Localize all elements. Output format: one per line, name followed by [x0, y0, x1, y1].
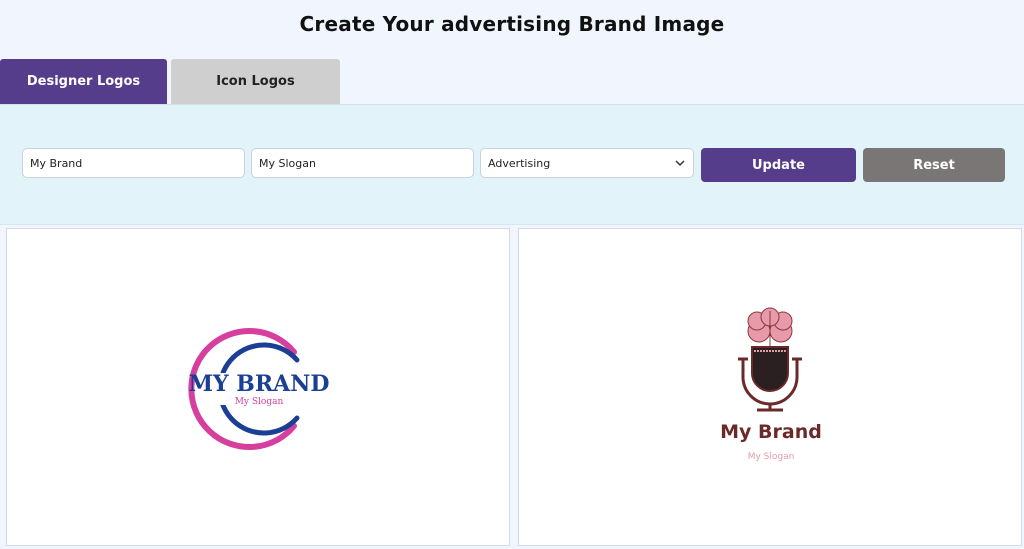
slogan-input[interactable]: [251, 148, 474, 178]
brand-name-input[interactable]: [22, 148, 245, 178]
category-select[interactable]: Advertising: [480, 148, 694, 178]
logo-card-icon[interactable]: My Brand My Slogan: [518, 228, 1022, 546]
tab-icon-logos[interactable]: Icon Logos: [171, 59, 340, 104]
page-title: Create Your advertising Brand Image: [299, 12, 725, 36]
logo-preview-designer: MY BRAND My Slogan: [188, 328, 330, 450]
logo-card-designer[interactable]: MY BRAND My Slogan: [6, 228, 510, 546]
logo-brand-text: MY BRAND: [189, 371, 330, 397]
tab-designer-logos[interactable]: Designer Logos: [0, 59, 167, 104]
category-select-value: Advertising: [488, 156, 551, 170]
logo-form-panel: Advertising Update Reset: [0, 104, 1024, 225]
logo-preview-icon: My Brand My Slogan: [720, 307, 822, 462]
brain-microphone-icon: [738, 307, 802, 412]
update-button[interactable]: Update: [701, 148, 856, 182]
logo-slogan-text: My Slogan: [748, 452, 795, 462]
logo-slogan-text: My Slogan: [235, 397, 284, 407]
chevron-down-icon: [675, 160, 685, 167]
logo-brand-text: My Brand: [720, 421, 822, 443]
reset-button[interactable]: Reset: [863, 148, 1005, 182]
